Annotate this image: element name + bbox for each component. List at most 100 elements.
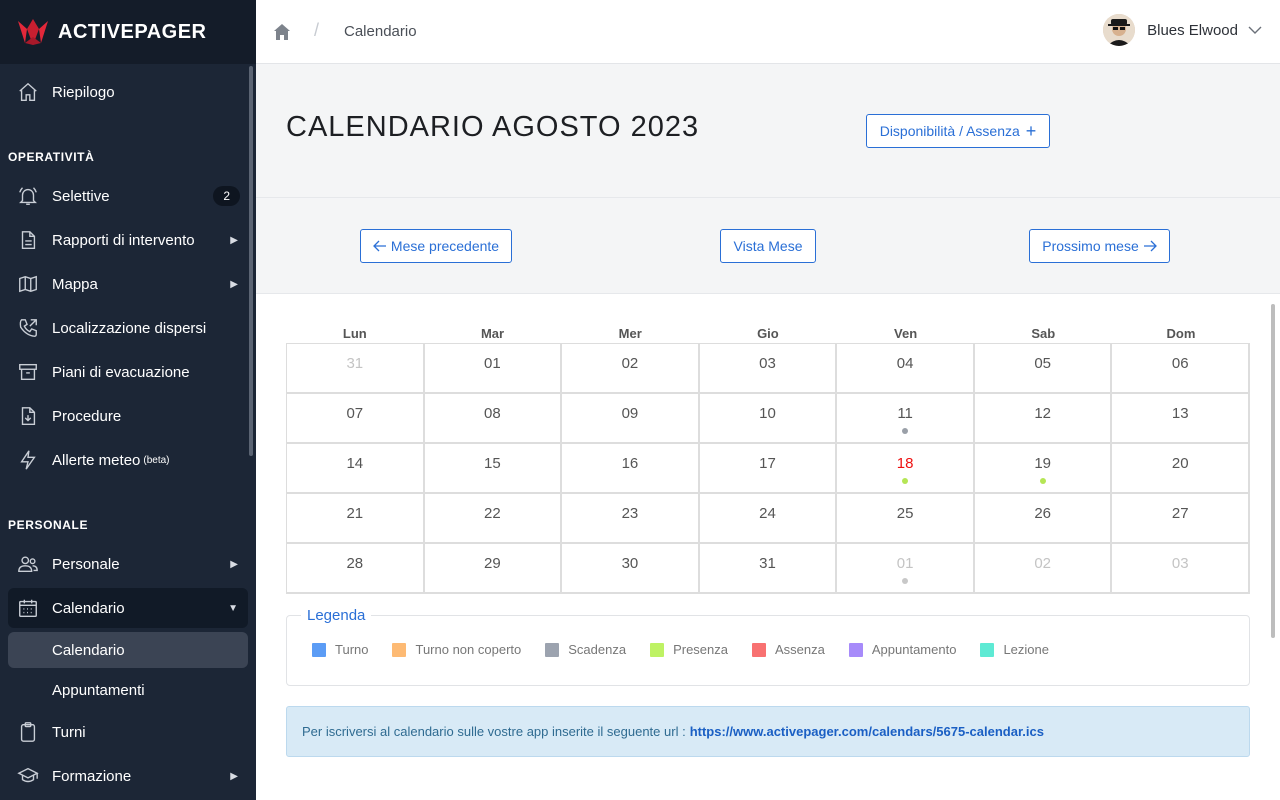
day-number: 12 — [1034, 405, 1052, 422]
calendar-day-cell[interactable]: 09 — [562, 394, 700, 444]
calendar-day-cell[interactable]: 28 — [287, 544, 425, 594]
calendar-day-cell[interactable]: 31 — [287, 344, 425, 394]
day-number: 24 — [759, 505, 776, 522]
calendar-day-cell[interactable]: 01 — [837, 544, 975, 594]
sidebar-item-allerte[interactable]: Allerte meteo (beta) — [8, 440, 248, 480]
availability-absence-button[interactable]: Disponibilità / Assenza + — [866, 114, 1050, 148]
calendar-day-cell[interactable]: 03 — [1112, 544, 1251, 594]
sidebar-item-label: Riepilogo — [52, 83, 115, 101]
calendar-day-cell[interactable]: 01 — [424, 344, 563, 394]
prev-month-label: Mese precedente — [390, 238, 500, 254]
day-number: 05 — [1034, 355, 1052, 372]
month-view-button[interactable]: Vista Mese — [720, 229, 816, 263]
calendar-day-cell[interactable]: 19 — [974, 444, 1113, 494]
event-dot[interactable] — [1039, 478, 1046, 484]
sidebar-item-localizzazione[interactable]: Localizzazione dispersi — [8, 308, 248, 348]
calendar-day-cell[interactable]: 13 — [1112, 394, 1251, 444]
sidebar-item-formazione[interactable]: Formazione ▶ — [8, 756, 248, 796]
sidebar-item-label: Localizzazione dispersi — [52, 319, 207, 337]
day-number: 22 — [484, 505, 501, 522]
calendar-day-cell[interactable]: 17 — [699, 444, 838, 494]
calendar-day-cell[interactable]: 26 — [974, 494, 1113, 544]
day-number: 09 — [621, 405, 639, 422]
calendar-grid: 31 01 02 03 04 05 06 07 08 09 10 11 12 13 14 15 16 17 18 19… — [286, 343, 1251, 594]
sidebar-item-rapporti[interactable]: Rapporti di intervento ▶ — [8, 220, 248, 260]
calendar-day-cell[interactable]: 16 — [562, 444, 700, 494]
breadcrumb-home-icon[interactable] — [272, 22, 292, 42]
calendar-day-cell[interactable]: 12 — [974, 394, 1113, 444]
download-file-icon — [16, 404, 40, 428]
sidebar-item-turni[interactable]: Turni — [8, 712, 248, 752]
calendar-week-row: 07 08 09 10 11 12 13 — [287, 394, 1251, 444]
event-dot[interactable] — [902, 478, 909, 484]
calendar-day-cell[interactable]: 24 — [699, 494, 838, 544]
arrow-right-icon — [1143, 240, 1157, 252]
calendar-ics-link[interactable]: https://www.activepager.com/calendars/56… — [690, 724, 1044, 739]
calendar-day-cell[interactable]: 29 — [424, 544, 563, 594]
sidebar-item-label: Turni — [52, 723, 86, 741]
legend-label: Appuntamento — [871, 642, 957, 657]
collapse-arrow-icon: ▼ — [228, 602, 238, 614]
calendar-day-cell[interactable]: 02 — [974, 544, 1113, 594]
calendar-day-cell[interactable]: 03 — [699, 344, 838, 394]
user-menu[interactable]: Blues Elwood — [1103, 14, 1262, 46]
weekday-label: Lun — [342, 326, 367, 341]
event-dot[interactable] — [902, 578, 909, 584]
sidebar-subitem-calendario[interactable]: Calendario — [8, 632, 248, 668]
calendar-day-cell[interactable]: 11 — [837, 394, 975, 444]
calendar-day-cell[interactable]: 25 — [837, 494, 975, 544]
legend-label: Assenza — [775, 642, 825, 657]
legend-item: Lezione — [980, 642, 1049, 657]
sidebar-item-label: Personale — [52, 555, 120, 573]
brand[interactable]: ACTIVEPAGER — [0, 0, 256, 64]
day-number: 08 — [484, 405, 501, 422]
prev-month-button[interactable]: Mese precedente — [360, 229, 512, 263]
sidebar-item-label: Formazione — [52, 767, 132, 785]
legend-swatch — [650, 642, 665, 657]
weekday-header: Lun Mar Mer Gio Ven Sab Dom — [286, 326, 1250, 341]
sidebar-scrollbar[interactable] — [249, 66, 253, 456]
top-bar: / Calendario Blues Elwood — [256, 0, 1280, 64]
sidebar-subitem-appuntamenti[interactable]: Appuntamenti — [8, 672, 248, 708]
legend-item: Appuntamento — [848, 642, 957, 657]
weekday-label: Dom — [1166, 326, 1196, 341]
calendar-day-cell[interactable]: 27 — [1112, 494, 1251, 544]
calendar-day-cell[interactable]: 02 — [562, 344, 700, 394]
day-number: 03 — [1171, 555, 1189, 572]
weekday-label: Sab — [1031, 326, 1056, 341]
sidebar-item-label: Procedure — [52, 407, 122, 425]
calendar-day-cell[interactable]: 07 — [287, 394, 425, 444]
archive-icon — [16, 360, 40, 384]
calendar-day-cell[interactable]: 14 — [287, 444, 425, 494]
day-number: 15 — [484, 455, 501, 472]
sidebar-item-mappa[interactable]: Mappa ▶ — [8, 264, 248, 304]
legend-swatch — [980, 642, 995, 657]
sidebar-item-personale[interactable]: Personale ▶ — [8, 544, 248, 584]
sidebar-item-piani[interactable]: Piani di evacuazione — [8, 352, 248, 392]
day-number: 31 — [759, 555, 776, 572]
sidebar-item-procedure[interactable]: Procedure — [8, 396, 248, 436]
calendar-day-cell[interactable]: 10 — [699, 394, 838, 444]
calendar-day-cell[interactable]: 20 — [1112, 444, 1251, 494]
calendar-day-cell[interactable]: 04 — [837, 344, 975, 394]
sidebar-item-riepilogo[interactable]: Riepilogo — [8, 72, 248, 112]
calendar-day-cell[interactable]: 22 — [424, 494, 563, 544]
calendar-day-cell[interactable]: 31 — [699, 544, 838, 594]
clipboard-icon — [16, 720, 40, 744]
main-scrollbar[interactable] — [1271, 304, 1275, 638]
sidebar-item-calendario[interactable]: Calendario ▼ — [8, 588, 248, 628]
calendar-day-cell[interactable]: 15 — [424, 444, 563, 494]
calendar-day-cell[interactable]: 08 — [424, 394, 563, 444]
calendar-day-cell[interactable]: 06 — [1112, 344, 1251, 394]
section-label-operativita: OPERATIVITÀ — [8, 150, 95, 164]
calendar-day-cell[interactable]: 18 — [837, 444, 975, 494]
calendar-day-cell[interactable]: 21 — [287, 494, 425, 544]
next-month-button[interactable]: Prossimo mese — [1029, 229, 1170, 263]
legend-swatch — [848, 642, 863, 657]
sidebar-item-selettive[interactable]: Selettive 2 — [8, 176, 248, 216]
calendar-day-cell[interactable]: 05 — [974, 344, 1113, 394]
calendar-day-cell[interactable]: 23 — [562, 494, 700, 544]
event-dot[interactable] — [902, 428, 909, 434]
calendar-day-cell[interactable]: 30 — [562, 544, 700, 594]
day-number: 14 — [346, 455, 364, 472]
